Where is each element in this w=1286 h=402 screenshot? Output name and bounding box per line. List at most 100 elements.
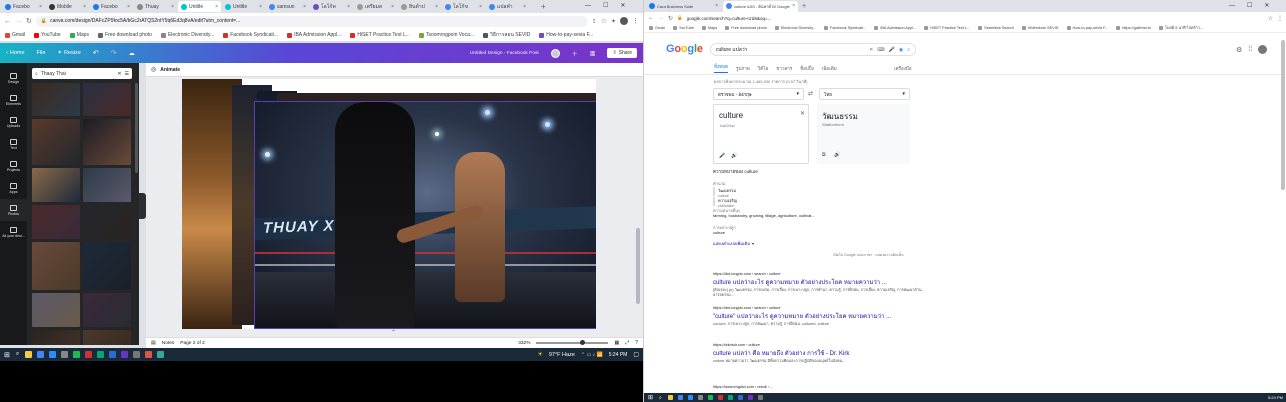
close-icon[interactable]: ✕	[1264, 2, 1269, 9]
taskbar-clock[interactable]: 5:24 PM	[1268, 395, 1283, 400]
forward-icon[interactable]: →	[15, 18, 22, 25]
bookmark-item[interactable]: YouTube	[34, 32, 61, 38]
collaborator-avatar[interactable]	[550, 48, 560, 58]
bookmark-item[interactable]: How-to-pay-sevia F...	[539, 32, 593, 38]
photo-thumbnail[interactable]	[83, 242, 131, 290]
search-tab[interactable]: ช็อปปิ้ง	[800, 65, 814, 72]
bookmark-item[interactable]: Facebook Syndicati...	[223, 32, 278, 38]
bookmark-item[interactable]: Nhiêmkum SEVID	[1021, 26, 1059, 30]
keyboard-icon[interactable]: ⌨	[877, 47, 884, 53]
photo-search-input[interactable]: Thaay Thai	[41, 71, 66, 77]
bookmark-item[interactable]: HiSET Practice Test L...	[924, 26, 970, 30]
photo-thumbnail[interactable]	[83, 83, 131, 116]
taskbar-app-icon[interactable]	[145, 351, 153, 358]
taskbar-app-icon[interactable]	[667, 395, 673, 400]
search-icon[interactable]: ⌕	[907, 47, 910, 53]
photo-thumbnail[interactable]	[32, 168, 80, 202]
result-title[interactable]: culture แปลว่าอะไร ดูความหมาย ตัวอย่างปร…	[713, 277, 933, 287]
bookmark-item[interactable]: Free download photo	[725, 26, 767, 30]
profile-avatar[interactable]	[620, 17, 628, 25]
clear-query-icon[interactable]: ✕	[869, 47, 873, 53]
rail-item[interactable]: Elements	[0, 89, 27, 111]
photo-thumbnail[interactable]	[32, 242, 80, 290]
tools-button[interactable]: เครื่องมือ	[894, 65, 912, 72]
cloud-saved-icon[interactable]: ☁	[129, 50, 135, 57]
animate-button[interactable]: Animate	[160, 67, 180, 73]
settings-gear-icon[interactable]: ⚙	[1236, 46, 1242, 54]
minimize-icon[interactable]: —	[1229, 3, 1235, 9]
taskbar-app-icon[interactable]	[727, 395, 733, 400]
mic-icon[interactable]: 🎤	[889, 47, 895, 53]
zoom-slider-handle[interactable]	[580, 340, 586, 345]
close-tab-icon[interactable]: ×	[479, 4, 482, 10]
close-tab-icon[interactable]: ×	[127, 4, 130, 10]
bookmark-item[interactable]: Gmail	[649, 26, 665, 30]
target-language-select[interactable]: ไทย ▾	[819, 88, 910, 100]
bookmark-item[interactable]: Electronic Diversity...	[774, 26, 816, 30]
taskbar-app-icon[interactable]	[97, 351, 105, 358]
notes-button[interactable]: Notes	[162, 341, 175, 346]
canva-share-button[interactable]: ⇧ Share	[607, 48, 637, 58]
taskbar-app-icon[interactable]	[37, 351, 45, 358]
account-avatar[interactable]	[1258, 45, 1268, 54]
bookmark-item[interactable]: YouTube	[672, 26, 694, 30]
undo-icon[interactable]: ↶	[93, 49, 99, 57]
voice-input-icon[interactable]: 🎤	[719, 153, 725, 159]
bookmark-item[interactable]: How-to-pay-sevia F...	[1066, 26, 1108, 30]
bookmark-item[interactable]: IBA Admission Appl...	[287, 32, 341, 38]
canvas-scrollbar[interactable]	[636, 228, 640, 304]
taskbar-app-icon[interactable]	[133, 351, 141, 358]
taskbar-app-icon[interactable]	[109, 351, 117, 358]
close-tab-icon[interactable]: ×	[303, 4, 306, 10]
result-url[interactable]: https://www.engdict.com › result › ...	[713, 385, 933, 389]
browser-tab[interactable]: Untitle ×	[178, 1, 221, 12]
zoom-level[interactable]: 332%	[518, 341, 530, 346]
close-tab-icon[interactable]: ×	[523, 4, 526, 10]
definition-item[interactable]: ความเจริญ civilization	[713, 197, 910, 208]
taskbar-app-icon[interactable]	[737, 395, 743, 400]
windows-start-icon[interactable]: ⊞	[648, 394, 653, 401]
zoom-slider[interactable]	[536, 340, 609, 345]
taskbar-app-icon[interactable]	[61, 351, 69, 358]
panel-scrollbar[interactable]	[135, 83, 138, 173]
taskbar-app-icon[interactable]	[697, 395, 703, 400]
close-tab-icon[interactable]: ×	[391, 4, 394, 10]
browser-tab[interactable]: เตรียมส ×	[354, 1, 397, 12]
rail-item[interactable]: Photos	[0, 199, 27, 221]
result-title[interactable]: culture แปลว่า คือ หมายถึง ตัวอย่าง การใ…	[713, 348, 933, 358]
rail-item[interactable]: Apps	[0, 177, 27, 199]
bookmark-item[interactable]: Seamless Search	[978, 26, 1014, 30]
taskbar-search-icon[interactable]: ⌕	[659, 395, 662, 401]
close-tab-icon[interactable]: ×	[215, 4, 218, 10]
search-query-input[interactable]: culture แปลว่า	[716, 46, 865, 54]
close-tab-icon[interactable]: ×	[259, 4, 262, 10]
taskbar-app-icon[interactable]	[121, 351, 129, 358]
clear-search-icon[interactable]: ✕	[117, 71, 121, 77]
reload-icon[interactable]: ↻	[668, 15, 673, 22]
forward-icon[interactable]: →	[658, 15, 664, 21]
back-icon[interactable]: ←	[4, 18, 11, 25]
rail-item[interactable]: Uploads	[0, 111, 27, 133]
taskbar-app-icon[interactable]	[73, 351, 81, 358]
left-new-tab-button[interactable]: +	[541, 2, 546, 11]
clear-text-icon[interactable]: ✕	[800, 110, 805, 117]
left-address-bar[interactable]: 🔒 canva.com/design/DAFcZP9Ioc5A/bGc2rATQ…	[35, 15, 588, 27]
google-search-box[interactable]: culture แปลว่า ✕ ⌨ 🎤 ◉ ⌕	[710, 43, 916, 56]
browser-tab[interactable]: Untitle ×	[222, 1, 265, 12]
stats-icon[interactable]: ▥	[590, 50, 596, 57]
bookmark-item[interactable]: Maps	[69, 32, 89, 38]
translate-feedback-links[interactable]: เปิดใน Google แปลภาษา · แสดงความคิดเห็น	[833, 252, 904, 258]
bookmark-item[interactable]: โพสต์ 5 นาที ไปคร้าว...	[1158, 25, 1203, 31]
expand-pages-icon[interactable]: ⌃	[391, 329, 396, 336]
notifications-icon[interactable]: ▢	[633, 351, 639, 358]
canva-file-menu[interactable]: File	[37, 50, 46, 56]
page-indicator[interactable]: Page 2 of 2	[180, 341, 205, 346]
close-tab-icon[interactable]: ×	[83, 4, 86, 10]
photo-thumbnail[interactable]	[32, 205, 80, 239]
back-icon[interactable]: ←	[648, 15, 654, 21]
bookmark-item[interactable]: Free download photo	[97, 32, 152, 38]
photo-thumbnail[interactable]	[32, 119, 80, 165]
filter-icon[interactable]: ☰	[125, 71, 129, 77]
close-tab-icon[interactable]: ×	[171, 4, 174, 10]
rail-item[interactable]: All your desi...	[0, 221, 27, 243]
